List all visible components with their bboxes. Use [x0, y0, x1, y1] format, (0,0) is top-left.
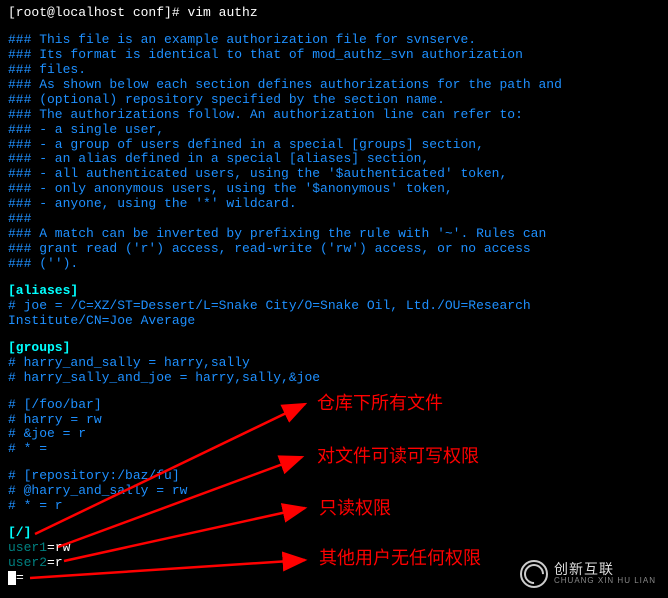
- comment-line: ### This file is an example authorizatio…: [8, 33, 660, 48]
- annotation-3: 只读权限: [319, 498, 391, 519]
- annotation-1: 仓库下所有文件: [317, 393, 443, 414]
- watermark-logo: 创新互联 CHUANG XIN HU LIAN: [520, 560, 656, 588]
- prompt-line[interactable]: [root@localhost conf]# vim authz: [8, 6, 660, 21]
- prompt-command: vim authz: [187, 5, 257, 20]
- comment-line: ### A match can be inverted by prefixing…: [8, 227, 660, 242]
- comment-line: ### - only anonymous users, using the '$…: [8, 182, 660, 197]
- comment-line: ### (optional) repository specified by t…: [8, 93, 660, 108]
- repo-header: # [repository:/baz/fu]: [8, 469, 660, 484]
- annotation-4: 其他用户无任何权限: [319, 548, 481, 569]
- annotation-2: 对文件可读可写权限: [317, 446, 479, 467]
- logo-sub-text: CHUANG XIN HU LIAN: [554, 577, 656, 586]
- section-groups: [groups]: [8, 341, 660, 356]
- groups-harry-sally-joe: # harry_sally_and_joe = harry,sally,&joe: [8, 371, 660, 386]
- comment-line: ### ### ('').('').: [8, 257, 660, 272]
- comment-line: ### - an alias defined in a special [ali…: [8, 152, 660, 167]
- aliases-joe: # joe = /C=XZ/ST=Dessert/L=Snake City/O=…: [8, 299, 660, 329]
- comment-line: ### files.: [8, 63, 660, 78]
- comment-line: ###: [8, 212, 660, 227]
- root-section: [/]: [8, 526, 660, 541]
- comment-line: ### - all authenticated users, using the…: [8, 167, 660, 182]
- comment-line: ### Its format is identical to that of m…: [8, 48, 660, 63]
- prompt-user-host: [root@localhost conf]#: [8, 5, 180, 20]
- groups-harry-sally: # harry_and_sally = harry,sally: [8, 356, 660, 371]
- foobar-harry: # harry = rw: [8, 413, 660, 428]
- comment-line: ### - anyone, using the '*' wildcard.: [8, 197, 660, 212]
- comment-line: ### - a single user,: [8, 123, 660, 138]
- repo-harry-sally: # @harry_and_sally = rw: [8, 484, 660, 499]
- section-aliases: [aliases]: [8, 284, 660, 299]
- comment-line: ### grant read ('r') access, read-write …: [8, 242, 660, 257]
- comment-line: ### The authorizations follow. An author…: [8, 108, 660, 123]
- comment-line: ### - a group of users defined in a spec…: [8, 138, 660, 153]
- cursor-icon: [8, 571, 16, 585]
- comment-line: ### As shown below each section defines …: [8, 78, 660, 93]
- logo-icon: [520, 560, 548, 588]
- logo-main-text: 创新互联: [554, 562, 656, 577]
- foobar-joe: # &joe = r: [8, 427, 660, 442]
